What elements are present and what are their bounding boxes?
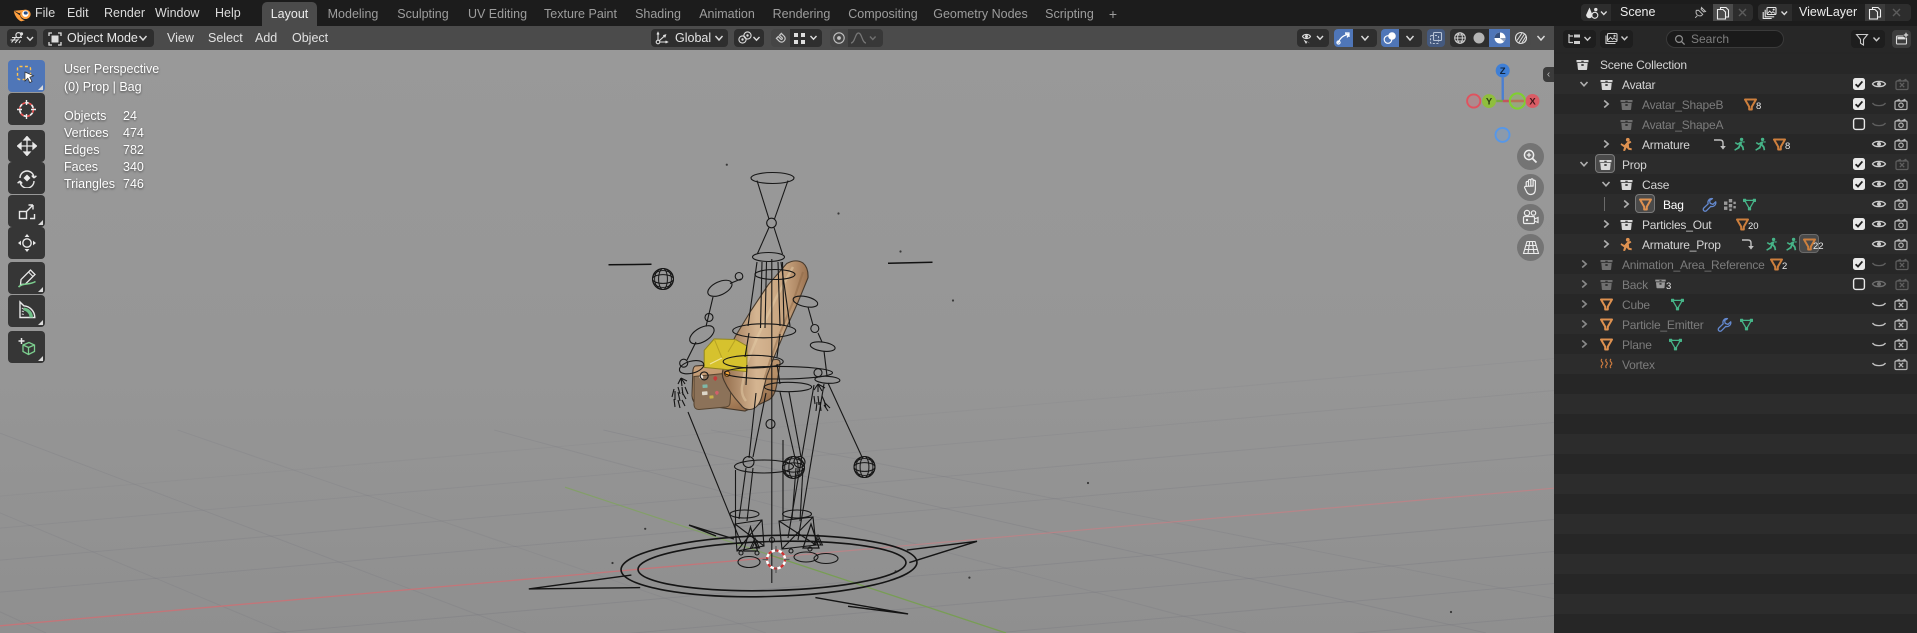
svg-text:X: X — [1529, 97, 1536, 108]
svg-text:Z: Z — [1500, 66, 1506, 77]
svg-text:Y: Y — [1486, 97, 1493, 108]
